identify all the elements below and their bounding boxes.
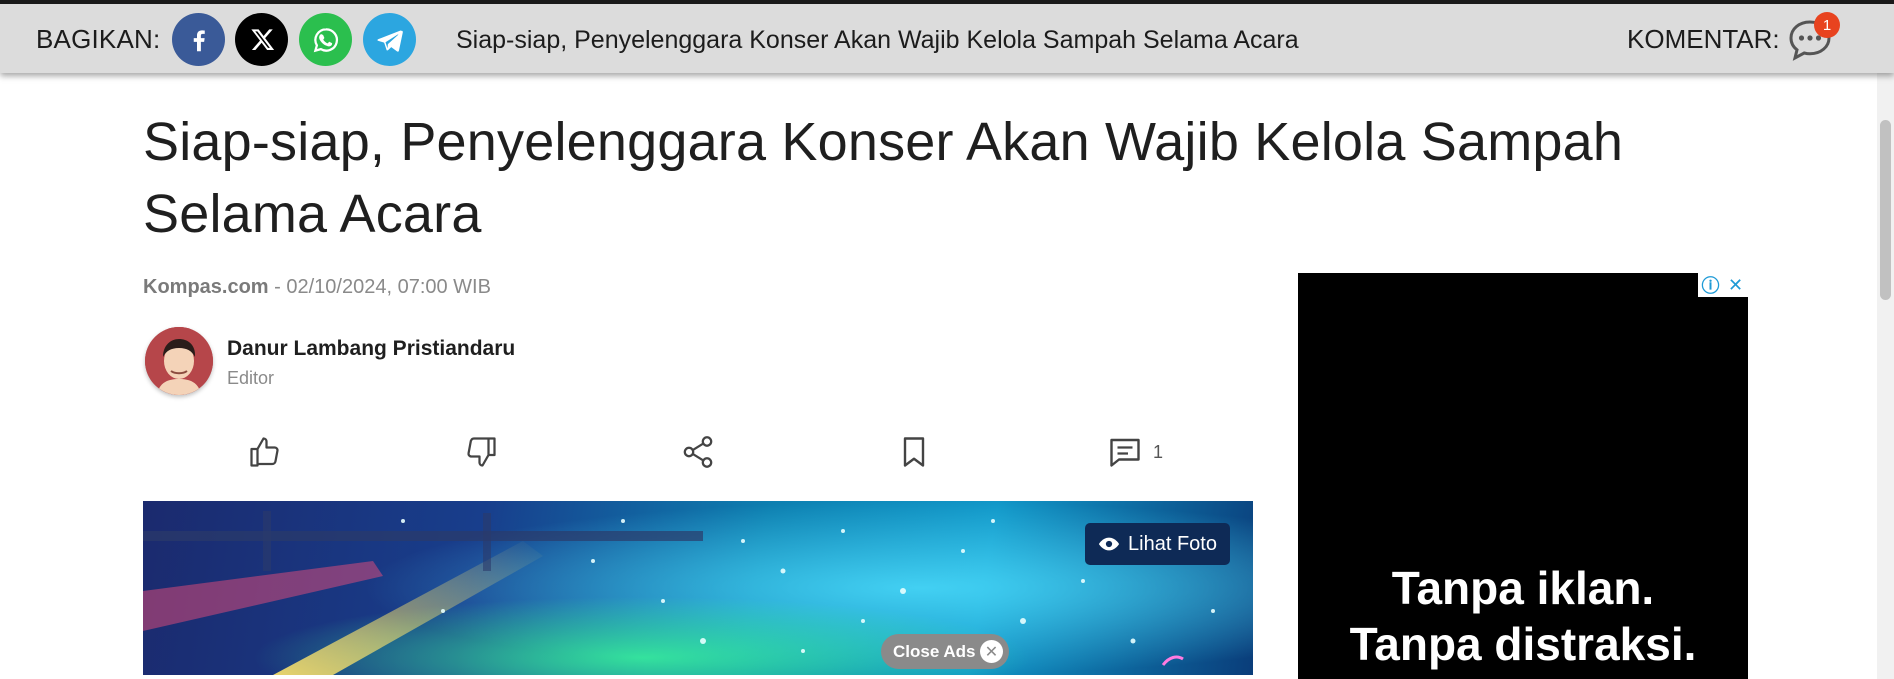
- share-label: BAGIKAN:: [36, 24, 161, 54]
- whatsapp-icon: [313, 27, 338, 52]
- thumbs-up-icon: [250, 437, 279, 467]
- author-role: Editor: [227, 368, 275, 388]
- article-source[interactable]: Kompas.com: [143, 276, 269, 298]
- x-share-button[interactable]: [235, 13, 288, 66]
- ad-controls: ⓘ ✕: [1698, 273, 1748, 297]
- like-button[interactable]: [247, 432, 283, 472]
- author-name[interactable]: Danur Lambang Pristiandaru: [227, 337, 515, 361]
- comment-label: KOMENTAR:: [1627, 24, 1780, 54]
- dislike-button[interactable]: [463, 432, 499, 472]
- comments-count: 1: [1153, 441, 1164, 462]
- comment-count-badge: 1: [1814, 12, 1840, 38]
- article-meta: Kompas.com - 02/10/2024, 07:00 WIB: [143, 276, 491, 299]
- share-bar: BAGIKAN: Siap-siap, Penyelenggara Konser…: [0, 0, 1894, 73]
- share-bar-title: Siap-siap, Penyelenggara Konser Akan Waj…: [456, 26, 1299, 54]
- article-date: - 02/10/2024, 07:00 WIB: [268, 276, 491, 298]
- comments-button[interactable]: 1: [1107, 432, 1163, 472]
- close-ads-label: Close Ads: [893, 641, 976, 661]
- ad-headline-line1: Tanpa iklan.: [1391, 562, 1655, 614]
- share-button[interactable]: [680, 432, 716, 472]
- ad-headline-line2: Tanpa distraksi.: [1349, 618, 1697, 670]
- thumbs-down-icon: [467, 437, 496, 467]
- comment-icon: [1110, 438, 1140, 467]
- facebook-share-button[interactable]: [172, 13, 225, 66]
- article-title: Siap-siap, Penyelenggara Konser Akan Waj…: [143, 112, 1624, 244]
- scrollbar-thumb[interactable]: [1880, 120, 1891, 300]
- close-ads-button[interactable]: Close Ads ✕: [881, 634, 1009, 669]
- author-portrait-icon: [145, 327, 213, 395]
- bookmark-button[interactable]: [896, 432, 932, 472]
- telegram-share-button[interactable]: [363, 13, 416, 66]
- x-icon: [250, 28, 274, 50]
- telegram-icon: [376, 29, 403, 52]
- view-photo-label: Lihat Foto: [1128, 532, 1217, 555]
- eye-icon: [1098, 537, 1120, 551]
- bookmark-icon: [903, 437, 925, 467]
- scrollbar[interactable]: [1877, 0, 1894, 679]
- ad-info-icon[interactable]: ⓘ: [1698, 273, 1723, 297]
- share-icon: [683, 436, 713, 468]
- author-avatar[interactable]: [145, 327, 213, 395]
- ad-close-icon[interactable]: ✕: [1723, 273, 1748, 297]
- whatsapp-share-button[interactable]: [299, 13, 352, 66]
- close-icon: ✕: [980, 640, 1003, 663]
- facebook-icon: [193, 29, 205, 51]
- view-photo-button[interactable]: Lihat Foto: [1085, 523, 1230, 565]
- ad-panel[interactable]: ⓘ ✕ Tanpa iklan. Tanpa distraksi.: [1298, 273, 1748, 679]
